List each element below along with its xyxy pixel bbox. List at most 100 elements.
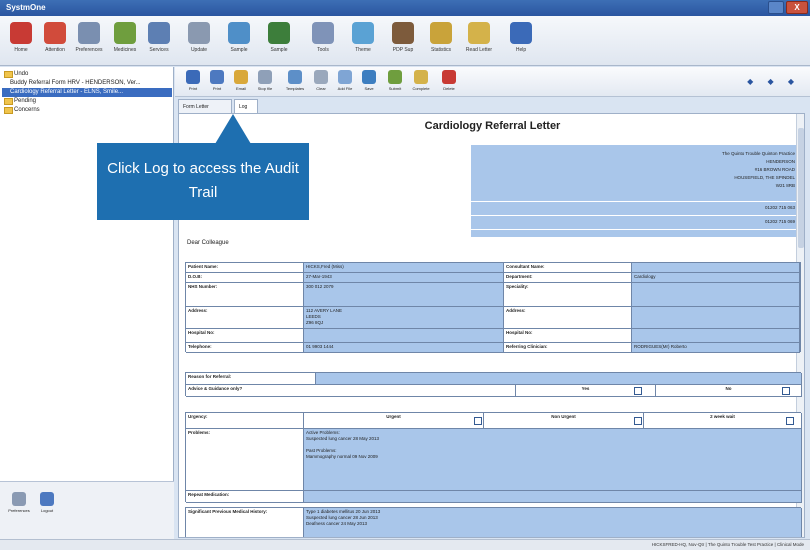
status-bar: HICKSFRED-HQ, Nov-Qtr | The Quinto Troub…	[0, 539, 810, 550]
field-value[interactable]: 112 AVERY LANE LEEDS Z96 8QJ	[304, 307, 504, 329]
toolbar-button-label: PDP Sup	[392, 47, 414, 53]
address-line: #16 BROWN ROAD	[754, 167, 795, 172]
tree-item-label: Buddy Referral Form HRV - HENDERSON, Ver…	[10, 80, 141, 86]
patient-details-table: Patient Name: HICKS,Fred (Miss) Consultant…	[185, 262, 801, 353]
field-label: Consultant Name:	[504, 263, 632, 273]
field-value[interactable]: 300 012 2079	[304, 283, 504, 307]
field-value[interactable]: 27-Mar-1943	[304, 273, 504, 283]
doc-delete-button[interactable]: Delete	[437, 70, 461, 95]
logout-button[interactable]: Logout	[36, 490, 58, 518]
doc-complete-button[interactable]: Complete	[409, 70, 433, 95]
problems-label: Problems:	[186, 429, 304, 491]
field-label: Speciality:	[504, 283, 632, 307]
field-label: Department:	[504, 273, 632, 283]
pdp-icon	[392, 22, 414, 44]
close-button[interactable]: X	[786, 1, 808, 14]
non-urgent-checkbox[interactable]	[634, 417, 642, 425]
toolbar-button-theme[interactable]: Theme	[346, 20, 380, 62]
doc-submit-button[interactable]: Submit	[383, 70, 407, 95]
urgent-label: Urgent	[304, 413, 484, 429]
toolbar-button-pdp[interactable]: PDP Sup	[386, 20, 420, 62]
divider	[471, 201, 801, 202]
toolbar-button-help[interactable]: Help	[504, 20, 538, 62]
referral-table: Reason for Referral: Advice & Guidance on…	[185, 372, 802, 397]
toolbar-button-services[interactable]: Services	[142, 20, 176, 62]
main-toolbar: Home Attention Preferences Medicines Service…	[0, 16, 810, 66]
print2-icon	[210, 70, 224, 84]
urgent-checkbox[interactable]	[474, 417, 482, 425]
maximize-button[interactable]	[768, 1, 784, 14]
tree-item-label: Undo	[14, 71, 29, 77]
advice-yes-checkbox[interactable]	[634, 387, 642, 395]
doc-button-label: Submit	[388, 86, 402, 91]
doc-clear-button[interactable]: Clear	[309, 70, 333, 95]
toolbar-button-update[interactable]: Update	[182, 20, 216, 62]
toolbar-button-label: Home	[14, 47, 28, 53]
tree-item[interactable]: Pending	[2, 97, 172, 106]
clear-icon	[314, 70, 328, 84]
field-value[interactable]: Cardiology	[632, 273, 800, 283]
toolbar-button-read-letter[interactable]: Read Letter	[462, 20, 496, 62]
callout-box: Click Log to access the Audit Trail	[97, 143, 309, 220]
advice-no-checkbox[interactable]	[782, 387, 790, 395]
toolbar-button-attention[interactable]: Attention	[38, 20, 72, 62]
address-line: The Quinto Trouble Quinton Practice	[721, 151, 795, 156]
home-icon	[10, 22, 32, 44]
complete-icon	[414, 70, 428, 84]
toolbar-button-medicines[interactable]: Medicines	[108, 20, 142, 62]
folder-icon	[4, 98, 13, 105]
doc-print-button[interactable]: Print	[181, 70, 205, 95]
tree-item[interactable]: Undo	[2, 70, 172, 79]
field-value[interactable]	[632, 307, 800, 329]
doc-templates-button[interactable]: Templates	[283, 70, 307, 95]
preferences-small-button[interactable]: Preferences	[8, 490, 30, 518]
doc-add-file-button[interactable]: Add File	[333, 70, 357, 95]
field-value[interactable]: 01 9903 1444	[304, 343, 504, 353]
tree-item-label: Concerns	[14, 107, 40, 113]
doc-stop-button[interactable]: Stop file	[253, 70, 277, 95]
toolbar-button-statistics[interactable]: Statistics	[424, 20, 458, 62]
field-value[interactable]	[632, 329, 800, 343]
print-icon	[186, 70, 200, 84]
email-icon	[234, 70, 248, 84]
tree-item[interactable]: Concerns	[2, 106, 172, 115]
toolbar-button-label: Tools	[317, 47, 329, 53]
read-letter-icon	[468, 22, 490, 44]
tree-item[interactable]: Cardiology Referral Letter - ELNS, Smile…	[2, 88, 172, 97]
tree-item-label: Pending	[14, 98, 37, 104]
scroll-thumb[interactable]	[798, 128, 804, 248]
callout-pointer	[215, 114, 251, 144]
repeat-medication-field[interactable]	[304, 491, 802, 503]
toolbar-button-tools[interactable]: Tools	[306, 20, 340, 62]
theme-icon	[352, 22, 374, 44]
toolbar-button-sample2[interactable]: Sample	[262, 20, 296, 62]
tree-item-label: Cardiology Referral Letter - ELNS, Smile…	[10, 89, 124, 95]
toolbar-button-label: Update	[190, 47, 208, 53]
doc-button-label: Templates	[285, 86, 305, 91]
add-file-icon	[338, 70, 352, 84]
address-line: HENDERSON	[766, 159, 795, 164]
doc-save-button[interactable]: Save	[357, 70, 381, 95]
field-value[interactable]: RODRIGUES(Mr) Roberto	[632, 343, 800, 353]
toolbar-button-home[interactable]: Home	[4, 20, 38, 62]
reason-field[interactable]	[316, 373, 802, 385]
toolbar-button-label: Preferences	[75, 47, 103, 53]
field-value[interactable]	[632, 263, 800, 273]
doc-button-label: Stop file	[257, 86, 273, 91]
tab-log[interactable]: Log	[234, 99, 258, 113]
toolbar-button-sample[interactable]: Sample	[222, 20, 256, 62]
field-value[interactable]	[632, 283, 800, 307]
tree-item[interactable]: Buddy Referral Form HRV - HENDERSON, Ver…	[2, 79, 172, 88]
doc-email-button[interactable]: Email	[229, 70, 253, 95]
toolbar-button-preferences[interactable]: Preferences	[72, 20, 106, 62]
doc-button-label: Clear	[316, 86, 326, 91]
tab-form-letter[interactable]: Form Letter	[178, 99, 232, 113]
field-label: Patient Name:	[186, 263, 304, 273]
history-text: Type 1 diabetes mellitus 20 Jun 2013 Sus…	[304, 508, 802, 537]
field-value[interactable]: HICKS,Fred (Miss)	[304, 263, 504, 273]
field-value[interactable]	[304, 329, 504, 343]
nav-arrows-icon[interactable]: ◆ ◆ ◆	[747, 77, 800, 86]
two-week-checkbox[interactable]	[786, 417, 794, 425]
two-week-label: 2 week wait	[644, 413, 802, 429]
doc-print2-button[interactable]: Print	[205, 70, 229, 95]
